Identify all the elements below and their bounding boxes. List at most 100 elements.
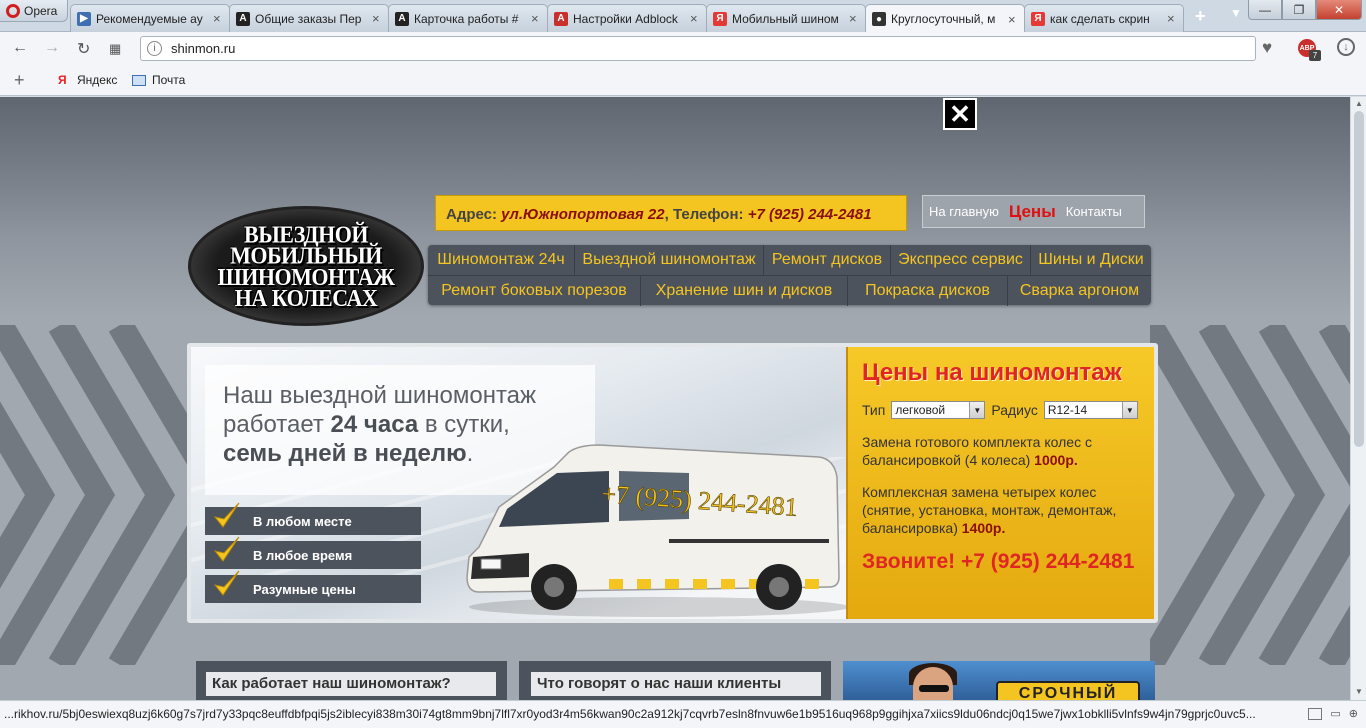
menu-item[interactable]: Хранение шин и дисков xyxy=(641,276,848,306)
address-bar[interactable]: i shinmon.ru xyxy=(140,36,1256,61)
hero-banner: Наш выездной шиномонтаж работает 24 часа… xyxy=(187,343,1158,623)
status-url: ...rikhov.ru/5bj0eswiexq8uzj6k60g7s7jrd7… xyxy=(4,707,1256,721)
menu-item[interactable]: Ремонт дисков xyxy=(764,245,891,275)
forward-icon[interactable]: → xyxy=(44,39,60,57)
urgent-service-banner[interactable]: СРОЧНЫЙ xyxy=(843,661,1155,700)
close-tab-icon[interactable]: × xyxy=(372,11,382,26)
close-tab-icon[interactable]: × xyxy=(1008,12,1018,27)
headline-line: работает xyxy=(223,411,331,438)
turbo-icon[interactable]: ▭ xyxy=(1330,707,1340,720)
browser-tab[interactable]: A Общие заказы Пер × xyxy=(229,4,389,32)
menu-item[interactable]: Выездной шиномонтаж xyxy=(575,245,764,275)
tab-title: Карточка работы # xyxy=(414,11,519,26)
minimize-button[interactable]: — xyxy=(1248,0,1282,20)
panel-toggle-icon[interactable] xyxy=(1308,707,1323,720)
close-tab-icon[interactable]: × xyxy=(531,11,541,26)
address-label: Адрес: xyxy=(446,206,497,223)
close-tab-icon[interactable]: × xyxy=(213,11,223,26)
vertical-scrollbar[interactable]: ▲ ▼ xyxy=(1350,97,1366,700)
scrollbar-thumb[interactable] xyxy=(1354,111,1364,447)
tab-title: Круглосуточный, м xyxy=(891,12,996,26)
tabs: ▶ Рекомендуемые ау × A Общие заказы Пер × A Кар… xyxy=(70,4,1184,33)
call-to-action[interactable]: Звоните! +7 (925) 244-2481 xyxy=(862,551,1145,573)
speed-dial-icon[interactable]: ▦ xyxy=(109,41,121,57)
checkmark-icon xyxy=(213,570,240,596)
site-info-icon[interactable]: i xyxy=(147,41,162,56)
menu-item[interactable]: Шиномонтаж 24ч xyxy=(428,245,575,275)
browser-tab[interactable]: A Настройки Adblock × xyxy=(547,4,707,32)
menu-item[interactable]: Экспресс сервис xyxy=(891,245,1031,275)
feature-label: В любое время xyxy=(253,547,353,563)
prices-filters: Тип легковой ▼ Радиус R12-14 ▼ xyxy=(862,401,1145,419)
radius-label: Радиус xyxy=(991,402,1038,418)
heart-icon[interactable]: ♥ xyxy=(1262,38,1272,58)
price-item: Комплексная замена четырех колес (снятие… xyxy=(862,483,1145,537)
adblock-count-badge: 7 xyxy=(1309,50,1321,61)
menu-item[interactable]: Покраска дисков xyxy=(848,276,1008,306)
logo-line: НА КОЛЕСАХ xyxy=(234,283,378,312)
zoom-icon[interactable]: ⊕ xyxy=(1349,707,1358,720)
block-title[interactable]: Что говорят о нас наши клиенты xyxy=(531,672,821,696)
bookmark-mail[interactable]: Почта xyxy=(132,73,185,87)
checkmark-icon xyxy=(213,536,240,562)
headline-emphasis: 24 часа xyxy=(330,411,419,438)
service-van-image: +7 (925) 244-2481 xyxy=(466,444,849,617)
menu-item[interactable]: Шины и Диски xyxy=(1031,245,1151,275)
browser-tab[interactable]: Я Мобильный шином × xyxy=(706,4,866,32)
radius-select[interactable]: R12-14 ▼ xyxy=(1043,401,1138,419)
bookmark-yandex[interactable]: Я Яндекс xyxy=(58,73,117,87)
services-menu: Шиномонтаж 24ч Выездной шиномонтаж Ремонт … xyxy=(428,245,1151,306)
close-tab-icon[interactable]: × xyxy=(1167,11,1177,26)
prices-title: Цены на шиномонтаж xyxy=(862,359,1122,386)
feature-label: В любом месте xyxy=(253,513,352,529)
browser-tab[interactable]: ▶ Рекомендуемые ау × xyxy=(70,4,230,32)
new-tab-icon[interactable]: + xyxy=(1195,6,1206,27)
sunglasses-icon xyxy=(919,685,949,692)
download-icon[interactable]: ↓ xyxy=(1337,38,1355,56)
menu-item[interactable]: Ремонт боковых порезов xyxy=(428,276,641,306)
status-bar: ...rikhov.ru/5bj0eswiexq8uzj6k60g7s7jrd7… xyxy=(0,700,1366,728)
type-select[interactable]: легковой ▼ xyxy=(891,401,986,419)
browser-tab[interactable]: A Карточка работы # × xyxy=(388,4,548,32)
letter-a-icon: A xyxy=(236,11,250,26)
scroll-down-icon[interactable]: ▼ xyxy=(1355,687,1363,696)
browser-tab[interactable]: Якак сделать скрин × xyxy=(1024,4,1184,32)
phone-label: Телефон: xyxy=(672,206,744,223)
feature-item: В любом месте xyxy=(205,502,421,535)
tab-bar: Opera ▶ Рекомендуемые ау × A Общие заказы Пе… xyxy=(0,0,1366,33)
tab-menu-icon[interactable]: ▼ xyxy=(1230,6,1242,20)
abp-icon: A xyxy=(554,11,568,26)
services-menu-row: Ремонт боковых порезов Хранение шин и дис… xyxy=(428,275,1151,306)
nav-prices-link[interactable]: Цены xyxy=(1009,202,1056,222)
ad-close-button[interactable]: ✕ xyxy=(943,98,977,130)
feature-label: Разумные цены xyxy=(253,581,356,597)
status-icons: ▭ ⊕ xyxy=(1308,707,1358,720)
mail-icon xyxy=(132,74,146,86)
menu-item[interactable]: Сварка аргоном xyxy=(1008,276,1151,306)
close-tab-icon[interactable]: × xyxy=(849,11,859,26)
add-bookmark-icon[interactable]: + xyxy=(14,70,25,91)
yandex-icon: Я xyxy=(58,72,67,87)
prices-panel: Цены на шиномонтаж Тип легковой ▼ Радиус… xyxy=(846,347,1154,619)
chevron-down-icon: ▼ xyxy=(969,402,985,418)
tab-title: Мобильный шином xyxy=(732,11,839,26)
scroll-up-icon[interactable]: ▲ xyxy=(1355,99,1363,108)
back-icon[interactable]: ← xyxy=(12,39,28,57)
nav-home-link[interactable]: На главную xyxy=(929,204,999,219)
site-logo[interactable]: ВЫЕЗДНОЙ МОБИЛЬНЫЙ ШИНОМОНТАЖ НА КОЛЕСАХ xyxy=(188,206,424,326)
reload-icon[interactable]: ↻ xyxy=(77,39,90,59)
feature-item: В любое время xyxy=(205,536,421,569)
maximize-button[interactable]: ❐ xyxy=(1282,0,1316,20)
bookmark-label: Яндекс xyxy=(77,73,118,87)
yandex-icon: Я xyxy=(1031,11,1045,26)
close-tab-icon[interactable]: × xyxy=(690,11,700,26)
opera-menu-button[interactable]: Opera xyxy=(0,0,68,22)
browser-tab[interactable]: ● Круглосуточный, м × xyxy=(865,4,1025,33)
navigation-toolbar: ← → ↻ ▦ i shinmon.ru ♥ ABP 7 ↓ xyxy=(0,32,1366,64)
tab-title: Общие заказы Пер xyxy=(255,11,362,26)
block-title[interactable]: Как работает наш шиномонтаж? xyxy=(206,672,496,696)
nav-contacts-link[interactable]: Контакты xyxy=(1066,204,1122,219)
feature-item: Разумные цены xyxy=(205,570,421,603)
close-window-button[interactable]: ✕ xyxy=(1316,0,1362,20)
opera-menu-label: Opera xyxy=(24,3,58,18)
